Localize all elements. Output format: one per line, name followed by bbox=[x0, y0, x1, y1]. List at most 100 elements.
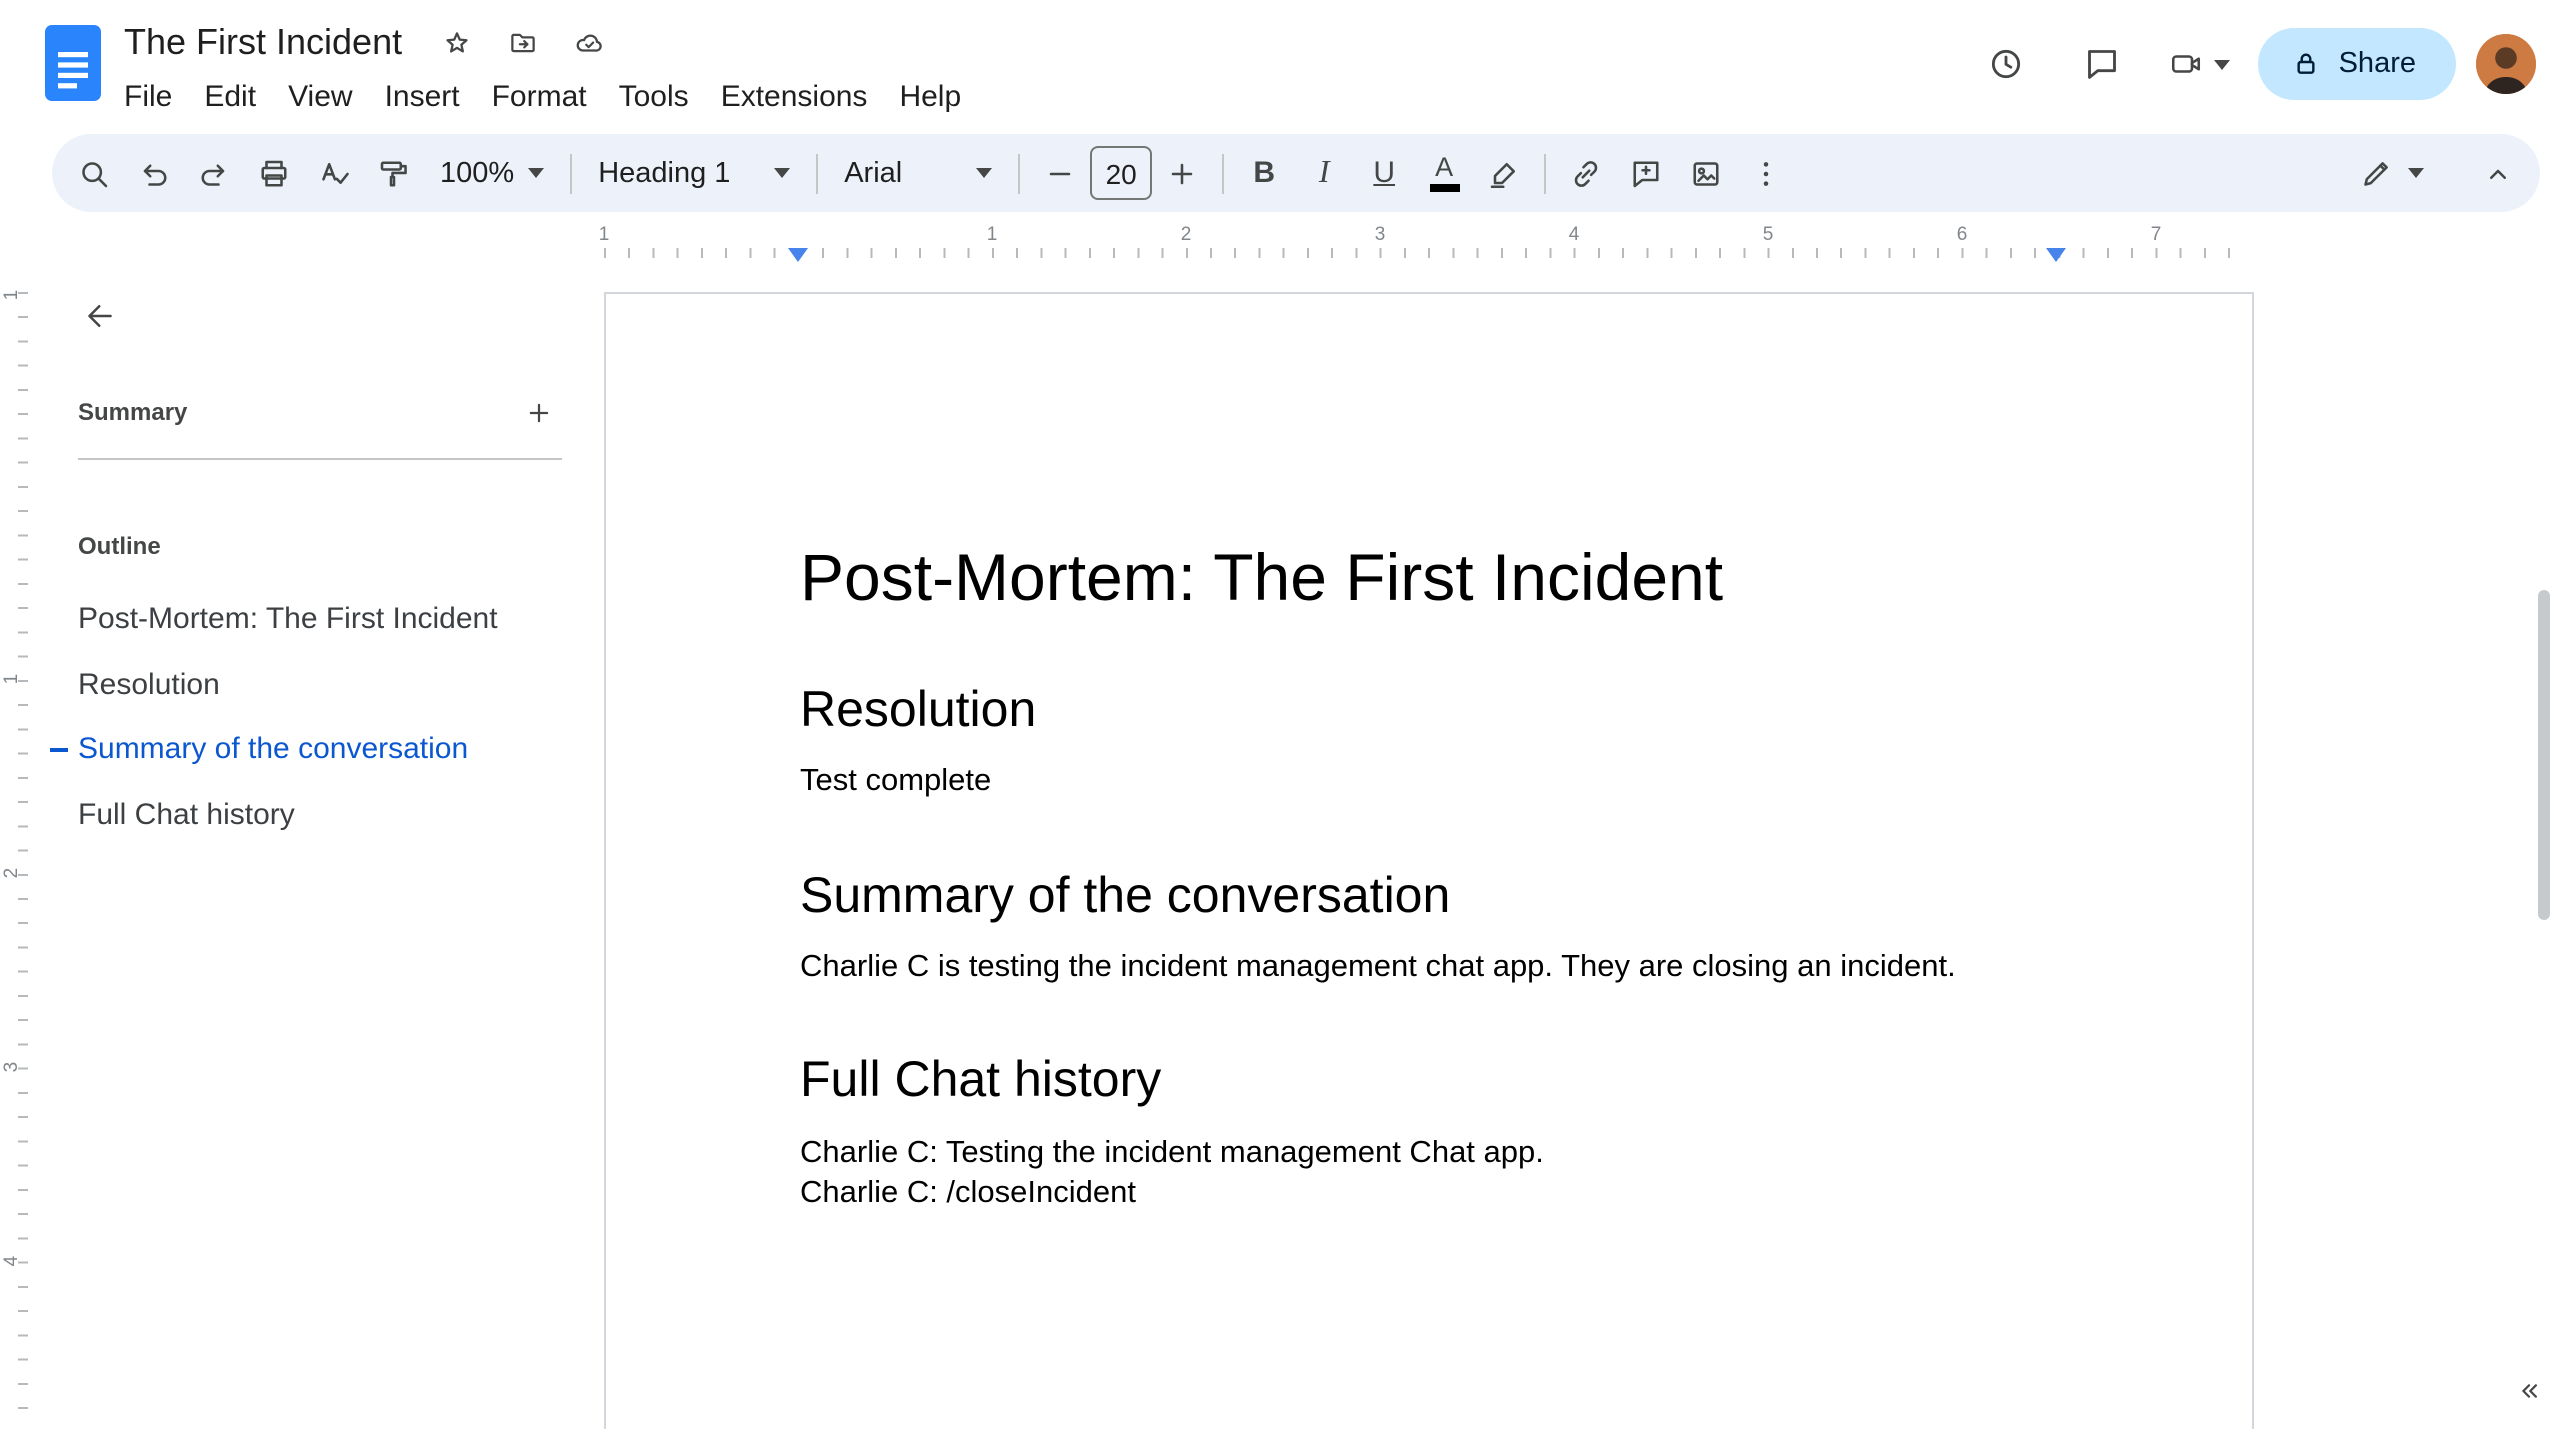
document-title[interactable]: The First Incident bbox=[124, 21, 402, 63]
menu-help[interactable]: Help bbox=[883, 71, 977, 123]
insert-image-icon[interactable] bbox=[1676, 143, 1736, 203]
collapse-side-panel-icon[interactable] bbox=[2502, 1364, 2554, 1416]
doc-paragraph[interactable]: Charlie C is testing the incident manage… bbox=[800, 948, 2058, 989]
toolbar-divider bbox=[570, 153, 573, 193]
insert-link-icon[interactable] bbox=[1556, 143, 1616, 203]
comments-icon[interactable] bbox=[2065, 26, 2141, 102]
ruler-number: 3 bbox=[1, 1061, 23, 1073]
editing-mode-select[interactable] bbox=[2342, 143, 2440, 203]
toolbar-divider bbox=[816, 153, 819, 193]
doc-paragraph[interactable]: Charlie C: Testing the incident manageme… bbox=[800, 1133, 2058, 1174]
close-outline-icon[interactable] bbox=[72, 288, 128, 344]
document-page[interactable]: Post-Mortem: The First Incident Resoluti… bbox=[604, 292, 2254, 1429]
vertical-ruler: 1 1 2 3 4 bbox=[0, 264, 36, 1429]
share-label: Share bbox=[2338, 48, 2416, 80]
undo-icon[interactable] bbox=[124, 143, 184, 203]
outline-item-post-mortem[interactable]: Post-Mortem: The First Incident bbox=[36, 588, 616, 653]
search-menus-icon[interactable] bbox=[64, 143, 124, 203]
doc-paragraph[interactable]: Charlie C: /closeIncident bbox=[800, 1174, 2058, 1215]
text-color-glyph: A bbox=[1435, 152, 1454, 183]
toolbar-divider bbox=[1018, 153, 1021, 193]
ruler-number: 6 bbox=[1956, 224, 1968, 246]
lock-icon bbox=[2298, 53, 2316, 74]
move-to-folder-icon[interactable] bbox=[496, 16, 548, 68]
ruler-number: 7 bbox=[2150, 224, 2162, 246]
print-icon[interactable] bbox=[244, 143, 304, 203]
meet-call-button[interactable] bbox=[2161, 26, 2239, 102]
hide-menus-icon[interactable] bbox=[2468, 143, 2528, 203]
account-avatar[interactable] bbox=[2476, 34, 2536, 94]
ruler-number: 2 bbox=[1, 867, 23, 879]
doc-heading2-summary[interactable]: Summary of the conversation bbox=[800, 867, 2058, 926]
font-size-input[interactable]: 20 bbox=[1090, 146, 1153, 200]
docs-logo-icon[interactable] bbox=[44, 24, 102, 102]
star-icon[interactable] bbox=[430, 16, 482, 68]
outline-item-label: Full Chat history bbox=[78, 797, 295, 831]
horizontal-ruler: 1 1 2 3 4 5 6 7 bbox=[0, 222, 2554, 264]
text-color-bar bbox=[1429, 184, 1460, 192]
underline-button[interactable]: U bbox=[1354, 143, 1414, 203]
outline-item-label: Resolution bbox=[78, 667, 220, 701]
font-select[interactable]: Arial bbox=[828, 143, 1008, 203]
header-actions: Share bbox=[1969, 26, 2536, 102]
toolbar-divider bbox=[1544, 153, 1547, 193]
decrease-font-size-button[interactable] bbox=[1030, 143, 1090, 203]
font-caret-icon bbox=[976, 168, 993, 178]
redo-icon[interactable] bbox=[184, 143, 244, 203]
left-indent-marker[interactable] bbox=[788, 248, 808, 262]
menu-extensions[interactable]: Extensions bbox=[705, 71, 884, 123]
outline-item-full-chat-history[interactable]: Full Chat history bbox=[36, 783, 616, 848]
increase-font-size-button[interactable] bbox=[1152, 143, 1212, 203]
spellcheck-icon[interactable] bbox=[304, 143, 364, 203]
paragraph-style-caret-icon bbox=[774, 168, 791, 178]
italic-glyph: I bbox=[1318, 155, 1330, 189]
outline-item-label: Post-Mortem: The First Incident bbox=[78, 602, 498, 636]
active-item-dash-icon bbox=[50, 748, 68, 753]
outline-item-summary-of-conversation[interactable]: Summary of the conversation bbox=[36, 718, 616, 783]
add-summary-icon[interactable] bbox=[514, 388, 562, 436]
menu-format[interactable]: Format bbox=[476, 71, 603, 123]
menu-tools[interactable]: Tools bbox=[603, 71, 705, 123]
more-toolbar-options-icon[interactable] bbox=[1736, 143, 1796, 203]
menu-view[interactable]: View bbox=[272, 71, 369, 123]
doc-heading1[interactable]: Post-Mortem: The First Incident bbox=[800, 540, 2058, 618]
ruler-ticks bbox=[604, 248, 2252, 258]
outline-heading: Outline bbox=[78, 532, 161, 560]
version-history-icon[interactable] bbox=[1969, 26, 2045, 102]
toolbar-right-group bbox=[2342, 143, 2528, 203]
menu-file[interactable]: File bbox=[108, 71, 188, 123]
add-comment-icon[interactable] bbox=[1616, 143, 1676, 203]
paint-format-icon[interactable] bbox=[364, 143, 424, 203]
doc-heading2-resolution[interactable]: Resolution bbox=[800, 682, 2058, 741]
share-button[interactable]: Share bbox=[2258, 28, 2456, 100]
outline-item-label: Summary of the conversation bbox=[78, 732, 469, 766]
underline-glyph: U bbox=[1373, 156, 1396, 190]
ruler-number: 1 bbox=[1, 673, 23, 685]
summary-heading: Summary bbox=[78, 398, 188, 426]
meet-call-caret-icon bbox=[2214, 59, 2231, 69]
ruler-number: 4 bbox=[1568, 224, 1580, 246]
bold-button[interactable]: B bbox=[1234, 143, 1294, 203]
bold-glyph: B bbox=[1253, 156, 1276, 190]
text-color-button[interactable]: A bbox=[1414, 143, 1474, 203]
menu-insert[interactable]: Insert bbox=[369, 71, 476, 123]
zoom-value: 100% bbox=[440, 157, 515, 189]
google-docs-window: The First Incident File Edit View Insert… bbox=[0, 0, 2554, 1429]
paragraph-style-select[interactable]: Heading 1 bbox=[582, 143, 806, 203]
italic-button[interactable]: I bbox=[1294, 143, 1354, 203]
toolbar-divider bbox=[1222, 153, 1225, 193]
right-indent-marker[interactable] bbox=[2046, 248, 2066, 262]
menu-edit[interactable]: Edit bbox=[188, 71, 272, 123]
title-area: The First Incident File Edit View Insert… bbox=[124, 14, 977, 124]
doc-heading2-full-chat[interactable]: Full Chat history bbox=[800, 1053, 2058, 1112]
doc-paragraph[interactable]: Test complete bbox=[800, 762, 2058, 803]
ruler-number: 4 bbox=[1, 1255, 23, 1267]
highlight-color-icon[interactable] bbox=[1474, 143, 1534, 203]
zoom-select[interactable]: 100% bbox=[424, 143, 560, 203]
ruler-number: 5 bbox=[1762, 224, 1774, 246]
outline-item-resolution[interactable]: Resolution bbox=[36, 653, 616, 718]
outline-list: Post-Mortem: The First Incident Resoluti… bbox=[36, 588, 616, 848]
vertical-scrollbar-thumb[interactable] bbox=[2538, 590, 2550, 920]
cloud-saved-icon[interactable] bbox=[562, 16, 614, 68]
ruler-number: 1 bbox=[1, 289, 23, 301]
